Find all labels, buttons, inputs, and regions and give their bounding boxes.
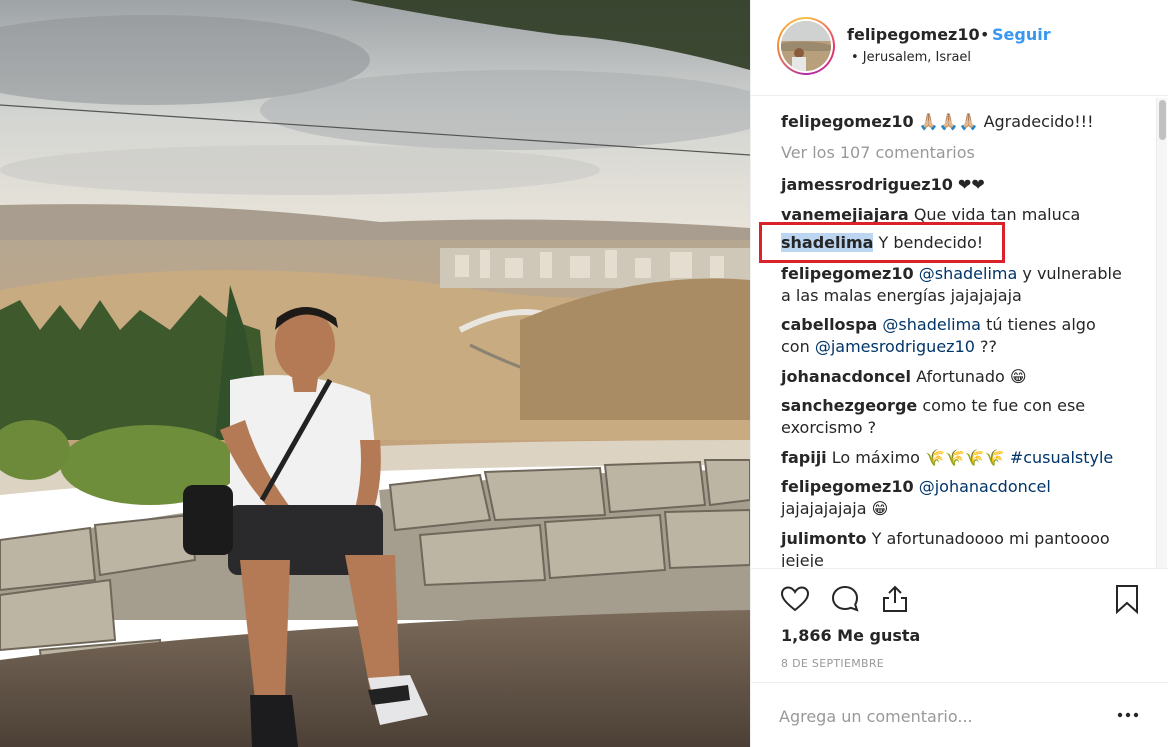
comment-text-line2: jajajajajaja 😁 (781, 499, 889, 518)
comment-text-line2: jejeje (781, 551, 824, 567)
post-photo[interactable] (0, 0, 750, 747)
post-caption: felipegomez10 🙏🏼🙏🏼🙏🏼 Agradecido!!! (781, 111, 1131, 133)
caption-text: 🙏🏼🙏🏼🙏🏼 Agradecido!!! (913, 112, 1094, 131)
comments-list: felipegomez10 🙏🏼🙏🏼🙏🏼 Agradecido!!! Ver l… (751, 97, 1168, 567)
view-all-comments-link[interactable]: Ver los 107 comentarios (781, 142, 1131, 164)
comment-item: felipegomez10 @shadelima y vulnerable a … (781, 263, 1131, 307)
comment-text-line2: a las malas energías jajajajaja (781, 286, 1022, 305)
comment-text: Lo máximo 🌾🌾🌾🌾 (826, 448, 1010, 467)
likes-count[interactable]: 1,866 Me gusta (781, 626, 920, 645)
comment-text-line2: exorcismo ? (781, 418, 877, 437)
comment-username[interactable]: felipegomez10 (781, 264, 914, 283)
comment-text: como te fue con ese (917, 396, 1086, 415)
follow-button[interactable]: Seguir (992, 25, 1051, 44)
comment-item: johanacdoncel Afortunado 😁 (781, 366, 1131, 388)
comment-item: felipegomez10 @johanacdoncel jajajajajaj… (781, 476, 1131, 520)
comment-mention[interactable]: @jamesrodriguez10 (815, 337, 975, 356)
comment-icon[interactable] (829, 583, 861, 615)
post-side-panel: felipegomez10 • Seguir • Jerusalem, Isra… (750, 0, 1168, 747)
scrollbar-thumb[interactable] (1159, 100, 1166, 140)
post-location[interactable]: • Jerusalem, Israel (851, 50, 971, 65)
comment-username[interactable]: cabellospa (781, 315, 877, 334)
comment-mention[interactable]: @johanacdoncel (919, 477, 1051, 496)
post-author-username[interactable]: felipegomez10 (847, 25, 980, 44)
comment-item: sanchezgeorge como te fue con ese exorci… (781, 395, 1131, 439)
avatar[interactable] (777, 17, 835, 75)
add-comment-input[interactable] (779, 703, 1079, 729)
comments-scrollbar[interactable] (1156, 98, 1167, 568)
comment-text: tú tienes algo (980, 315, 1096, 334)
comment-hashtag[interactable]: #cusualstyle (1010, 448, 1113, 467)
caption-username[interactable]: felipegomez10 (781, 112, 914, 131)
bookmark-icon[interactable] (1111, 583, 1143, 615)
heart-icon[interactable] (779, 583, 811, 615)
comment-item: cabellospa @shadelima tú tienes algo con… (781, 314, 1131, 358)
comment-mention[interactable]: @shadelima (882, 315, 981, 334)
more-icon[interactable] (1113, 705, 1143, 725)
post-date: 8 DE SEPTIEMBRE (781, 657, 885, 670)
view-comments-label: Ver los 107 comentarios (781, 143, 975, 162)
post-header: felipegomez10 • Seguir • Jerusalem, Isra… (751, 0, 1168, 96)
comment-text: y vulnerable (1017, 264, 1122, 283)
comment-mention[interactable]: @shadelima (919, 264, 1018, 283)
comment-text: ❤❤ (952, 175, 985, 194)
post-photo-scene (0, 0, 750, 747)
add-comment-section (751, 682, 1168, 747)
comment-username[interactable]: jamessrodriguez10 (781, 175, 953, 194)
comment-text: Y afortunadoooo mi pantoooo (866, 529, 1110, 548)
separator-dot: • (980, 25, 990, 44)
comment-username[interactable]: julimonto (781, 529, 867, 548)
comment-item: julimonto Y afortunadoooo mi pantoooo je… (781, 528, 1131, 567)
comment-username[interactable]: felipegomez10 (781, 477, 914, 496)
comment-text-line2-prefix: con (781, 337, 815, 356)
comment-username[interactable]: fapiji (781, 448, 827, 467)
comment-text-line2-suffix: ?? (974, 337, 997, 356)
comment-item: fapiji Lo máximo 🌾🌾🌾🌾 #cusualstyle (781, 447, 1131, 469)
comment-username[interactable]: johanacdoncel (781, 367, 911, 386)
comment-text: Afortunado 😁 (911, 367, 1027, 386)
comment-item: jamessrodriguez10 ❤❤ (781, 174, 1131, 196)
share-icon[interactable] (879, 583, 911, 615)
highlight-box (759, 222, 1005, 263)
comment-username[interactable]: sanchezgeorge (781, 396, 917, 415)
avatar-image (781, 21, 831, 71)
post-actions: 1,866 Me gusta 8 DE SEPTIEMBRE (751, 568, 1168, 680)
